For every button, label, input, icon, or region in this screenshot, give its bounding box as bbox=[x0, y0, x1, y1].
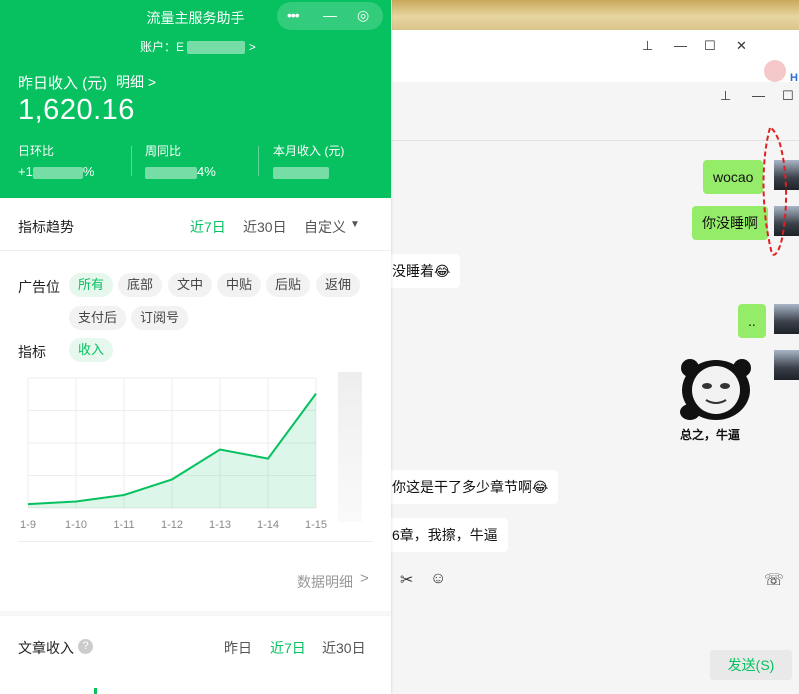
chip-ad-rebate[interactable]: 返佣 bbox=[316, 273, 361, 297]
blurred-account bbox=[187, 41, 246, 55]
x-tick-label: 1-11 bbox=[113, 519, 134, 531]
stat-month-income: 本月收入 (元) bbox=[273, 142, 344, 179]
chip-ad-in-text[interactable]: 文中 bbox=[168, 273, 213, 297]
tab-30-days[interactable]: 近30日 bbox=[322, 638, 366, 658]
close-capsule-icon[interactable]: ◎ bbox=[357, 7, 369, 24]
article-income-title: 文章收入 bbox=[18, 640, 74, 656]
stat-value-suffix: 4% bbox=[197, 164, 216, 179]
message-bubble-received[interactable]: 你这是干了多少章节啊😂 bbox=[382, 470, 559, 504]
data-detail-link[interactable]: 数据明细 bbox=[297, 572, 353, 592]
avatar[interactable] bbox=[774, 350, 799, 380]
stat-week-over-week: 周同比 4% bbox=[145, 142, 216, 179]
minimize-icon[interactable]: — bbox=[323, 7, 337, 23]
message-bubble-received[interactable]: 没睡着😂 bbox=[382, 254, 461, 288]
chat-titlebar: ⊥ — ☐ bbox=[392, 82, 799, 141]
account-name: E bbox=[176, 40, 185, 54]
income-trend-chart: 1-9 1-10 1-11 1-12 1-13 1-14 1-15 bbox=[20, 377, 327, 531]
help-icon[interactable]: ? bbox=[78, 639, 93, 654]
scissors-icon[interactable]: ✂ bbox=[400, 570, 413, 590]
background-window-titlebar: ⊥ — ☐ ✕ bbox=[392, 30, 799, 83]
mini-program-capsule: ••• — ◎ bbox=[277, 2, 383, 30]
close-icon[interactable]: ✕ bbox=[736, 38, 747, 54]
blurred-value bbox=[32, 166, 83, 179]
chip-ad-all[interactable]: 所有 bbox=[69, 273, 114, 297]
chip-ad-bottom[interactable]: 底部 bbox=[118, 273, 163, 297]
phone-icon[interactable]: ☏ bbox=[764, 570, 784, 590]
chat-toolbar: ✂ ☺ ☏ bbox=[392, 562, 799, 598]
maximize-icon[interactable]: ☐ bbox=[782, 88, 794, 104]
maximize-icon[interactable]: ☐ bbox=[704, 38, 716, 54]
message-bubble-received[interactable]: 6章，我擦，牛逼 bbox=[382, 518, 508, 552]
chevron-right-icon: > bbox=[360, 570, 369, 587]
tab-30-days[interactable]: 近30日 bbox=[243, 217, 287, 237]
red-annotation-circle bbox=[762, 127, 788, 256]
chip-ad-after-pay[interactable]: 支付后 bbox=[69, 306, 127, 330]
divider bbox=[258, 146, 259, 176]
x-axis-labels: 1-9 1-10 1-11 1-12 1-13 1-14 1-15 bbox=[20, 519, 327, 531]
divider bbox=[18, 541, 373, 542]
blurred-value bbox=[273, 166, 329, 179]
account-selector[interactable]: 账户：E > bbox=[140, 38, 256, 55]
chip-ad-mid-roll[interactable]: 中贴 bbox=[217, 273, 262, 297]
chip-ad-subscription[interactable]: 订阅号 bbox=[131, 306, 189, 330]
article-income-section: 文章收入 ? 昨日 近7日 近30日 bbox=[0, 616, 391, 694]
x-tick-label: 1-10 bbox=[65, 519, 87, 531]
tab-custom[interactable]: 自定义 bbox=[304, 217, 346, 237]
x-tick-label: 1-15 bbox=[305, 519, 327, 531]
yesterday-income-value: 1,620.16 bbox=[18, 94, 135, 126]
trend-header: 指标趋势 近7日 近30日 自定义 ▼ bbox=[0, 198, 391, 251]
assistant-panel: 流量主服务助手 ••• — ◎ 账户：E > 昨日收入 (元) 明细 > 1,6… bbox=[0, 0, 391, 694]
trend-title: 指标趋势 bbox=[18, 219, 74, 235]
data-detail-row[interactable]: 数据明细 > bbox=[0, 552, 391, 610]
pin-icon[interactable]: ⊥ bbox=[720, 88, 731, 104]
message-bubble-sent[interactable]: .. bbox=[738, 304, 766, 338]
x-tick-label: 1-14 bbox=[257, 519, 279, 531]
divider bbox=[131, 146, 132, 176]
chevron-down-icon[interactable]: ▼ bbox=[350, 219, 360, 230]
chat-history-icon[interactable]: ☺ bbox=[430, 570, 446, 588]
stat-label: 日环比 bbox=[18, 144, 55, 158]
app-avatar[interactable] bbox=[764, 60, 786, 82]
stat-value-suffix: % bbox=[82, 164, 95, 179]
avatar[interactable] bbox=[774, 304, 799, 334]
income-header: 流量主服务助手 ••• — ◎ 账户：E > 昨日收入 (元) 明细 > 1,6… bbox=[0, 0, 391, 198]
ad-slot-label: 广告位 bbox=[18, 279, 60, 295]
send-button[interactable]: 发送(S) bbox=[710, 650, 792, 680]
blurred-value bbox=[145, 166, 197, 179]
x-tick-label: 1-12 bbox=[161, 519, 183, 531]
x-tick-label: 1-9 bbox=[20, 519, 36, 531]
more-icon[interactable]: ••• bbox=[287, 7, 300, 23]
tab-7-days[interactable]: 近7日 bbox=[270, 638, 306, 658]
chevron-right-icon: > bbox=[248, 40, 256, 54]
minimize-icon[interactable]: — bbox=[752, 88, 765, 103]
metric-label: 指标 bbox=[18, 344, 46, 360]
message-bubble-sent[interactable]: wocao bbox=[703, 160, 764, 194]
chip-ad-post-roll[interactable]: 后贴 bbox=[266, 273, 311, 297]
sticker-caption: 总之，牛逼 bbox=[680, 428, 741, 442]
detail-link[interactable]: 明细 > bbox=[116, 72, 156, 92]
pin-icon[interactable]: ⊥ bbox=[642, 38, 653, 54]
desktop-wallpaper bbox=[392, 0, 799, 30]
x-tick-label: 1-13 bbox=[209, 519, 231, 531]
tab-7-days[interactable]: 近7日 bbox=[190, 217, 226, 237]
stat-day-over-day: 日环比 +1% bbox=[18, 142, 94, 179]
tab-yesterday[interactable]: 昨日 bbox=[224, 638, 252, 658]
chip-metric-income[interactable]: 收入 bbox=[69, 338, 114, 362]
stat-label: 周同比 bbox=[145, 144, 182, 158]
message-bubble-sent[interactable]: 你没睡啊 bbox=[692, 206, 768, 240]
yesterday-income-label: 昨日收入 (元) bbox=[18, 75, 108, 92]
tab-indicator bbox=[94, 688, 97, 694]
account-label: 账户： bbox=[140, 40, 177, 54]
stat-value-prefix: +1 bbox=[18, 164, 33, 179]
side-app-strip: H bbox=[758, 30, 799, 90]
blurred-y-axis bbox=[338, 372, 362, 522]
panda-sticker[interactable] bbox=[676, 356, 756, 424]
minimize-icon[interactable]: — bbox=[674, 38, 687, 53]
stat-label: 本月收入 (元) bbox=[273, 144, 345, 158]
